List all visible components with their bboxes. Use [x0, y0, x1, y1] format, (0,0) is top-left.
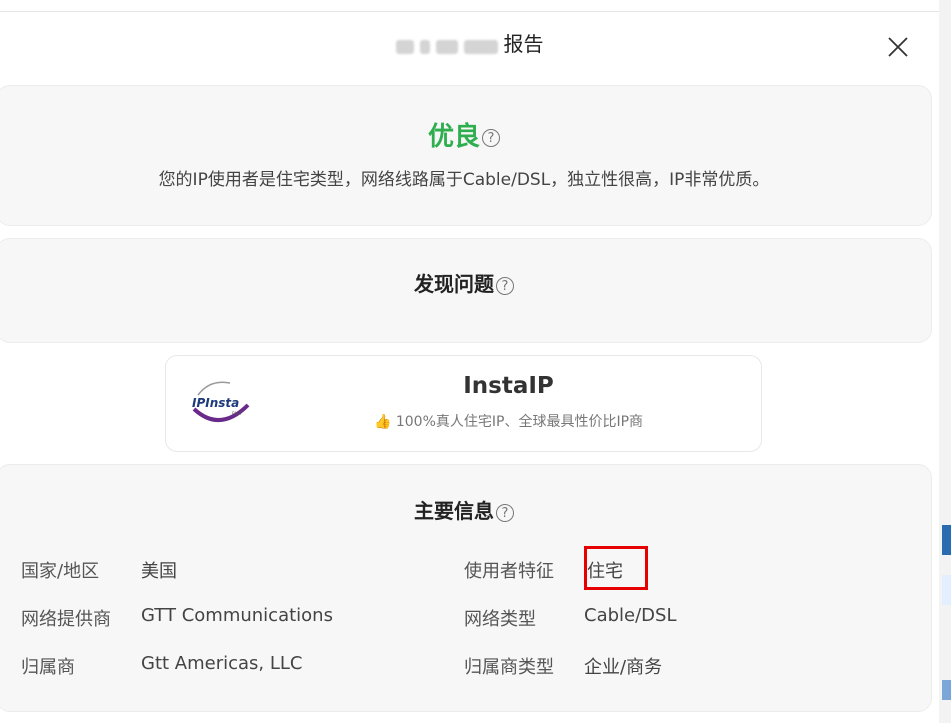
question-circle-icon[interactable]: ?: [496, 276, 514, 295]
thumbs-up-icon: 👍: [373, 414, 392, 430]
ad-name: InstaIP: [463, 373, 554, 399]
top-border: [0, 11, 951, 12]
redacted-text: [419, 39, 430, 54]
quality-summary: 您的IP使用者是住宅类型，网络线路属于Cable/DSL，独立性很高，IP非常优…: [158, 170, 770, 190]
main-info-title-text: 主要信息: [414, 499, 494, 523]
redacted-text: [463, 39, 498, 54]
highlight-box: [584, 546, 648, 590]
main-info-title: 主要信息?: [0, 495, 931, 524]
info-value-isp: GTT Communications: [141, 605, 333, 626]
ad-description-text: 100%真人住宅IP、全球最具性价比IP商: [395, 414, 644, 430]
info-label-network-type: 网络类型: [464, 609, 536, 630]
close-icon[interactable]: [886, 35, 910, 59]
redacted-text: [395, 39, 414, 54]
quality-rating-text: 优良: [427, 122, 480, 152]
info-label-country: 国家/地区: [21, 561, 100, 582]
info-label-owner-type: 归属商类型: [464, 657, 554, 678]
redacted-text: [435, 39, 458, 54]
issues-title: 发现问题?: [0, 268, 931, 297]
question-circle-icon[interactable]: ?: [496, 503, 514, 522]
quality-rating: 优良?: [0, 116, 931, 153]
info-label-isp: 网络提供商: [21, 609, 111, 630]
info-value-country: 美国: [141, 561, 177, 582]
ad-banner[interactable]: IPInsta FAST InstaIP 👍 100%真人住宅IP、全球最具性价…: [165, 355, 762, 452]
info-value-owner: Gtt Americas, LLC: [141, 653, 303, 674]
info-value-owner-type: 企业/商务: [584, 657, 663, 678]
background-page-edge: [939, 0, 951, 723]
ad-description: 👍 100%真人住宅IP、全球最具性价比IP商: [166, 411, 761, 431]
info-label-user-type: 使用者特征: [464, 561, 554, 582]
question-circle-icon[interactable]: ?: [482, 128, 500, 147]
dialog-title-text: 报告: [503, 32, 544, 56]
dialog-title: 报告: [0, 29, 939, 59]
info-value-network-type: Cable/DSL: [584, 605, 677, 626]
info-label-owner: 归属商: [21, 657, 75, 678]
issues-title-text: 发现问题: [414, 272, 494, 296]
issues-card: 发现问题?: [0, 238, 932, 343]
quality-card: 优良? 您的IP使用者是住宅类型，网络线路属于Cable/DSL，独立性很高，I…: [0, 85, 932, 226]
